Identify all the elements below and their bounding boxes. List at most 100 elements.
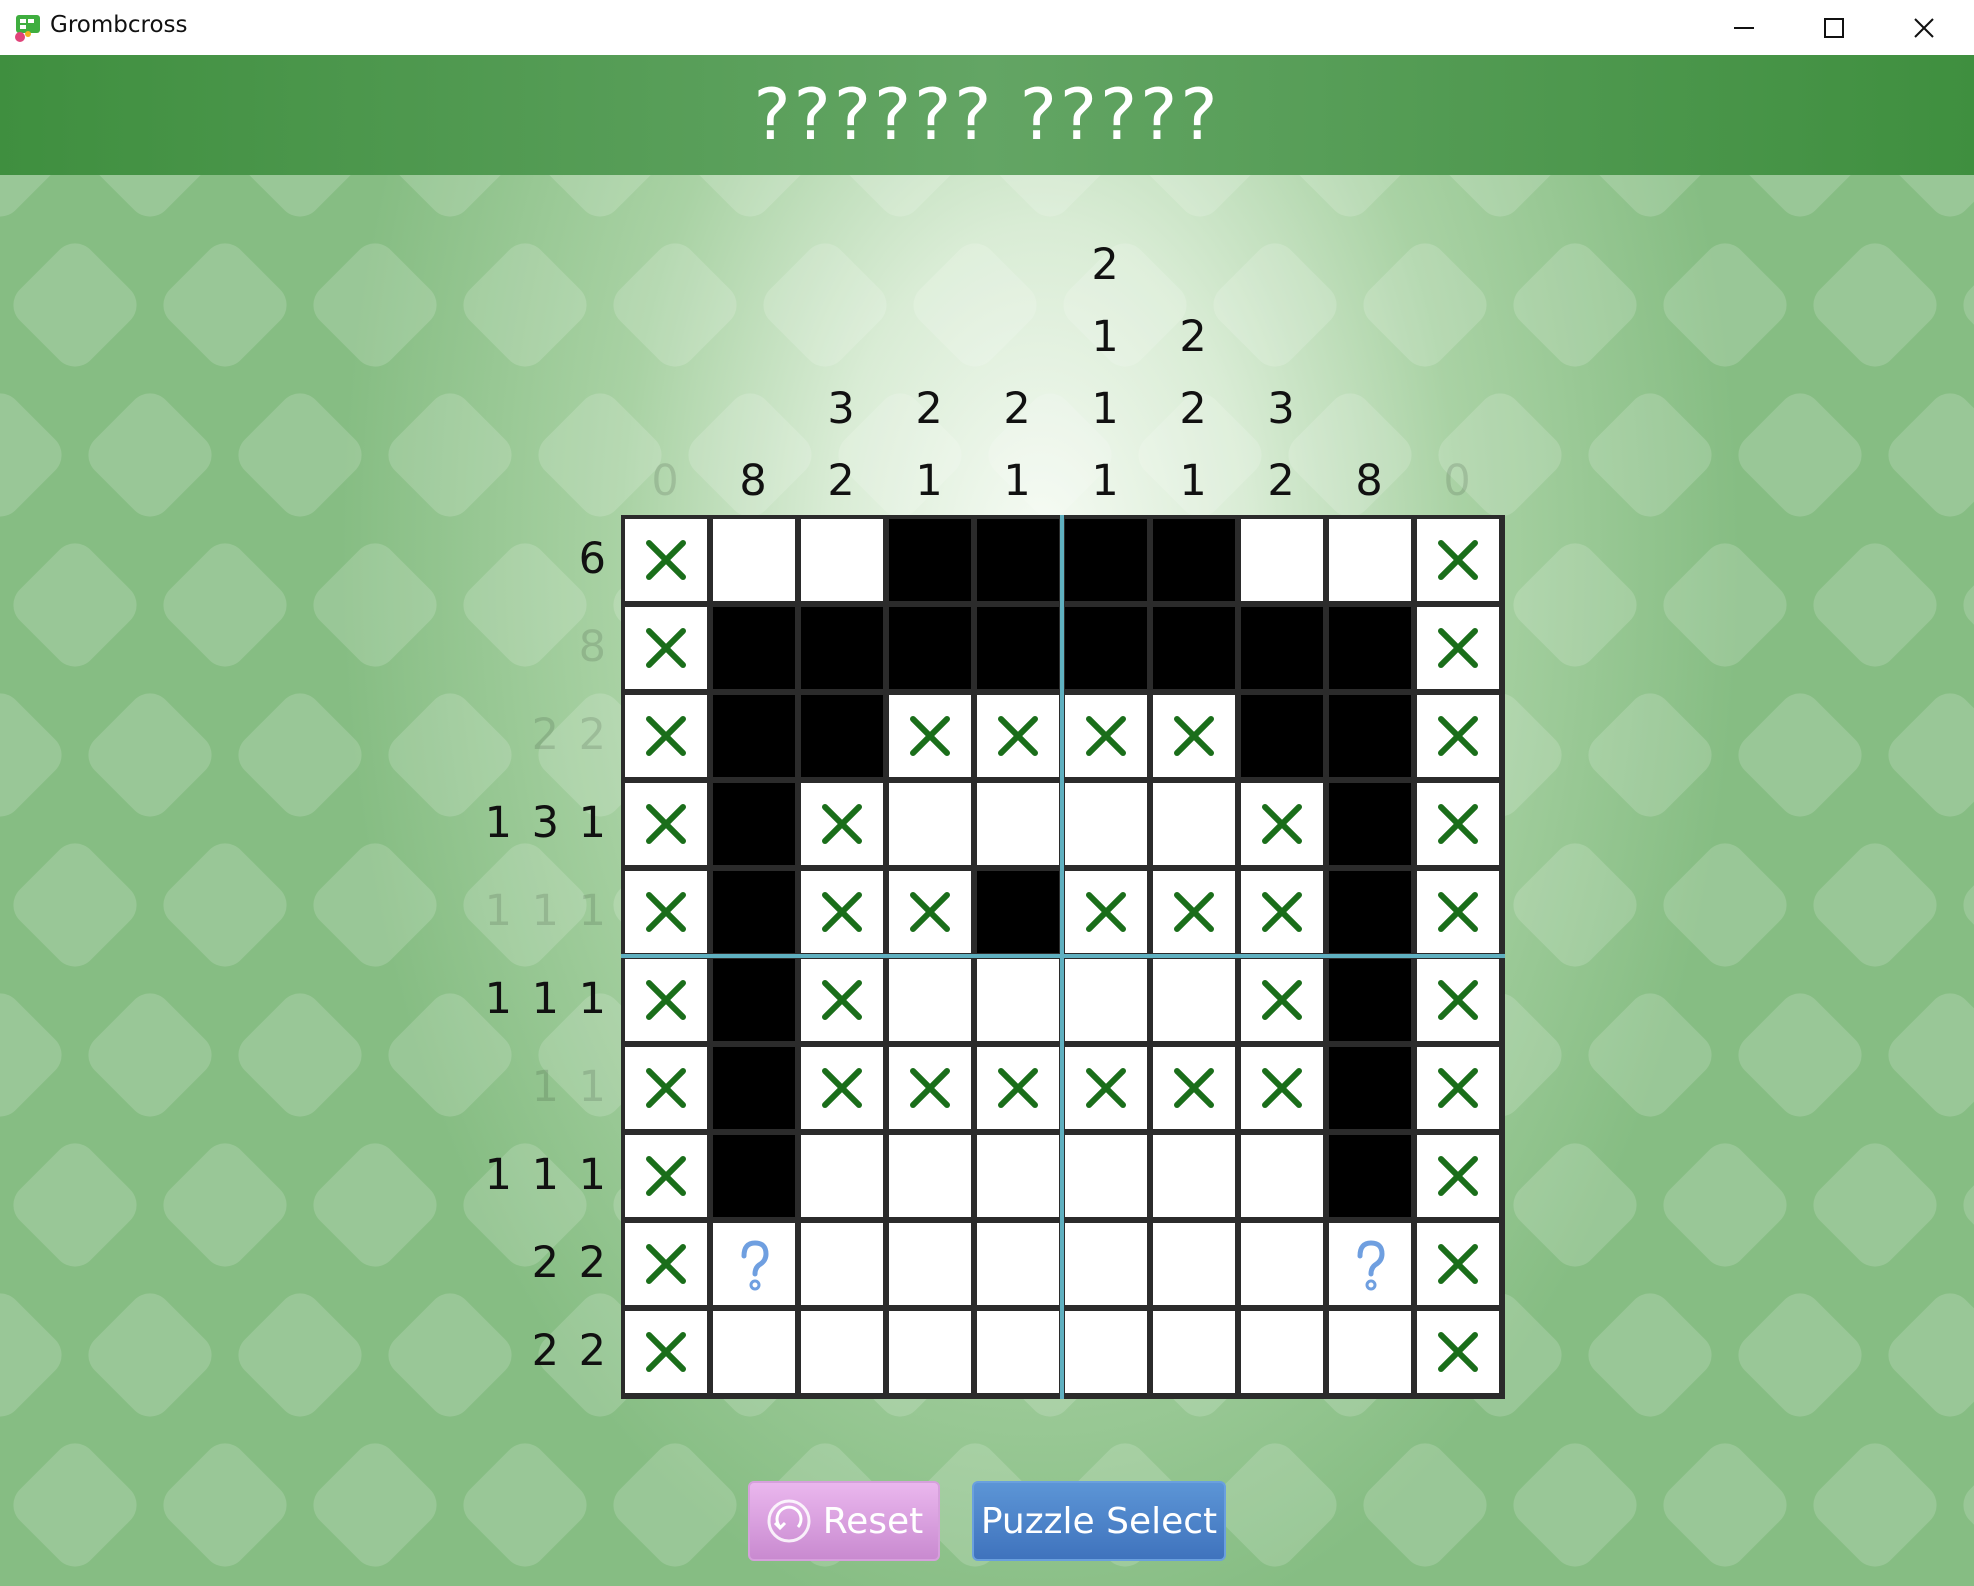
grid-cell-empty[interactable] xyxy=(801,1135,883,1217)
grid-cell-crossed[interactable] xyxy=(625,519,707,601)
grid-cell-empty[interactable] xyxy=(889,1311,971,1393)
grid-cell-crossed[interactable] xyxy=(1417,871,1499,953)
grid-cell-crossed[interactable] xyxy=(1153,1047,1235,1129)
grid-cell-crossed[interactable] xyxy=(1417,695,1499,777)
grid-cell-empty[interactable] xyxy=(977,959,1059,1041)
grid-cell-filled[interactable] xyxy=(1329,1047,1411,1129)
grid-cell-crossed[interactable] xyxy=(1241,783,1323,865)
grid-cell-crossed[interactable] xyxy=(1417,1135,1499,1217)
grid-cell-filled[interactable] xyxy=(713,1135,795,1217)
grid-cell-filled[interactable] xyxy=(713,607,795,689)
grid-cell-empty[interactable] xyxy=(889,959,971,1041)
grid-cell-filled[interactable] xyxy=(977,871,1059,953)
grid-cell-filled[interactable] xyxy=(1241,607,1323,689)
grid-cell-empty[interactable] xyxy=(1065,783,1147,865)
grid-cell-crossed[interactable] xyxy=(1417,959,1499,1041)
grid-cell-crossed[interactable] xyxy=(1241,1047,1323,1129)
grid-cell-crossed[interactable] xyxy=(1417,607,1499,689)
grid-cell-filled[interactable] xyxy=(1153,607,1235,689)
grid-cell-empty[interactable] xyxy=(977,1311,1059,1393)
grid-cell-empty[interactable] xyxy=(1241,519,1323,601)
grid-cell-crossed[interactable] xyxy=(625,695,707,777)
grid-cell-empty[interactable] xyxy=(801,1311,883,1393)
grid-cell-crossed[interactable] xyxy=(1153,695,1235,777)
grid-cell-filled[interactable] xyxy=(801,695,883,777)
grid-cell-empty[interactable] xyxy=(1329,519,1411,601)
grid-cell-filled[interactable] xyxy=(713,871,795,953)
grid-cell-crossed[interactable] xyxy=(889,871,971,953)
grid-cell-filled[interactable] xyxy=(713,1047,795,1129)
grid-cell-crossed[interactable] xyxy=(1241,959,1323,1041)
grid-cell-crossed[interactable] xyxy=(801,783,883,865)
grid-cell-empty[interactable] xyxy=(977,1223,1059,1305)
grid-cell-crossed[interactable] xyxy=(625,1311,707,1393)
grid-cell-crossed[interactable] xyxy=(1153,871,1235,953)
grid-cell-empty[interactable] xyxy=(1241,1223,1323,1305)
grid-cell-crossed[interactable] xyxy=(801,1047,883,1129)
close-icon[interactable] xyxy=(1879,0,1969,55)
grid-cell-question[interactable] xyxy=(713,1223,795,1305)
grid-cell-empty[interactable] xyxy=(1241,1135,1323,1217)
grid-cell-filled[interactable] xyxy=(713,959,795,1041)
grid-cell-empty[interactable] xyxy=(1153,1135,1235,1217)
grid-cell-crossed[interactable] xyxy=(977,695,1059,777)
grid-cell-crossed[interactable] xyxy=(889,1047,971,1129)
grid-cell-crossed[interactable] xyxy=(625,1223,707,1305)
grid-cell-filled[interactable] xyxy=(889,607,971,689)
grid-cell-filled[interactable] xyxy=(977,519,1059,601)
grid-cell-filled[interactable] xyxy=(1329,783,1411,865)
grid-cell-empty[interactable] xyxy=(1065,959,1147,1041)
grid-cell-crossed[interactable] xyxy=(625,871,707,953)
grid-cell-filled[interactable] xyxy=(1241,695,1323,777)
grid-cell-crossed[interactable] xyxy=(625,783,707,865)
grid-cell-filled[interactable] xyxy=(713,783,795,865)
grid-cell-empty[interactable] xyxy=(713,1311,795,1393)
reset-button[interactable]: Reset xyxy=(748,1481,940,1561)
grid-cell-filled[interactable] xyxy=(1329,871,1411,953)
grid-cell-empty[interactable] xyxy=(1153,1223,1235,1305)
grid-cell-empty[interactable] xyxy=(1153,959,1235,1041)
grid-cell-crossed[interactable] xyxy=(625,959,707,1041)
grid-cell-empty[interactable] xyxy=(889,783,971,865)
grid-cell-empty[interactable] xyxy=(1153,1311,1235,1393)
grid-cell-empty[interactable] xyxy=(1329,1311,1411,1393)
grid-cell-crossed[interactable] xyxy=(801,871,883,953)
grid-cell-crossed[interactable] xyxy=(801,959,883,1041)
minimize-icon[interactable] xyxy=(1699,0,1789,55)
grid-cell-filled[interactable] xyxy=(1153,519,1235,601)
grid-cell-filled[interactable] xyxy=(1065,607,1147,689)
grid-cell-empty[interactable] xyxy=(1065,1223,1147,1305)
grid-cell-filled[interactable] xyxy=(1329,695,1411,777)
grid-cell-empty[interactable] xyxy=(1153,783,1235,865)
grid-cell-empty[interactable] xyxy=(801,519,883,601)
puzzle-select-button[interactable]: Puzzle Select xyxy=(972,1481,1226,1561)
maximize-icon[interactable] xyxy=(1789,0,1879,55)
grid-cell-filled[interactable] xyxy=(977,607,1059,689)
grid-cell-filled[interactable] xyxy=(801,607,883,689)
grid-cell-crossed[interactable] xyxy=(625,1135,707,1217)
grid-cell-crossed[interactable] xyxy=(889,695,971,777)
grid-cell-empty[interactable] xyxy=(801,1223,883,1305)
grid-cell-crossed[interactable] xyxy=(1065,695,1147,777)
grid-cell-filled[interactable] xyxy=(1329,607,1411,689)
grid-cell-empty[interactable] xyxy=(977,1135,1059,1217)
grid-cell-empty[interactable] xyxy=(889,1223,971,1305)
grid-cell-crossed[interactable] xyxy=(1417,1311,1499,1393)
grid-cell-empty[interactable] xyxy=(1241,1311,1323,1393)
grid-cell-crossed[interactable] xyxy=(1417,519,1499,601)
grid-cell-question[interactable] xyxy=(1329,1223,1411,1305)
grid-cell-crossed[interactable] xyxy=(625,1047,707,1129)
grid-cell-filled[interactable] xyxy=(1065,519,1147,601)
grid-cell-empty[interactable] xyxy=(1065,1135,1147,1217)
grid-cell-crossed[interactable] xyxy=(1241,871,1323,953)
grid-cell-empty[interactable] xyxy=(977,783,1059,865)
grid-cell-filled[interactable] xyxy=(1329,959,1411,1041)
grid-cell-filled[interactable] xyxy=(713,695,795,777)
grid-cell-crossed[interactable] xyxy=(1417,783,1499,865)
grid-cell-crossed[interactable] xyxy=(1065,871,1147,953)
grid-cell-crossed[interactable] xyxy=(1065,1047,1147,1129)
grid-cell-empty[interactable] xyxy=(889,1135,971,1217)
grid-cell-empty[interactable] xyxy=(1065,1311,1147,1393)
grid-cell-crossed[interactable] xyxy=(1417,1223,1499,1305)
grid-cell-crossed[interactable] xyxy=(977,1047,1059,1129)
